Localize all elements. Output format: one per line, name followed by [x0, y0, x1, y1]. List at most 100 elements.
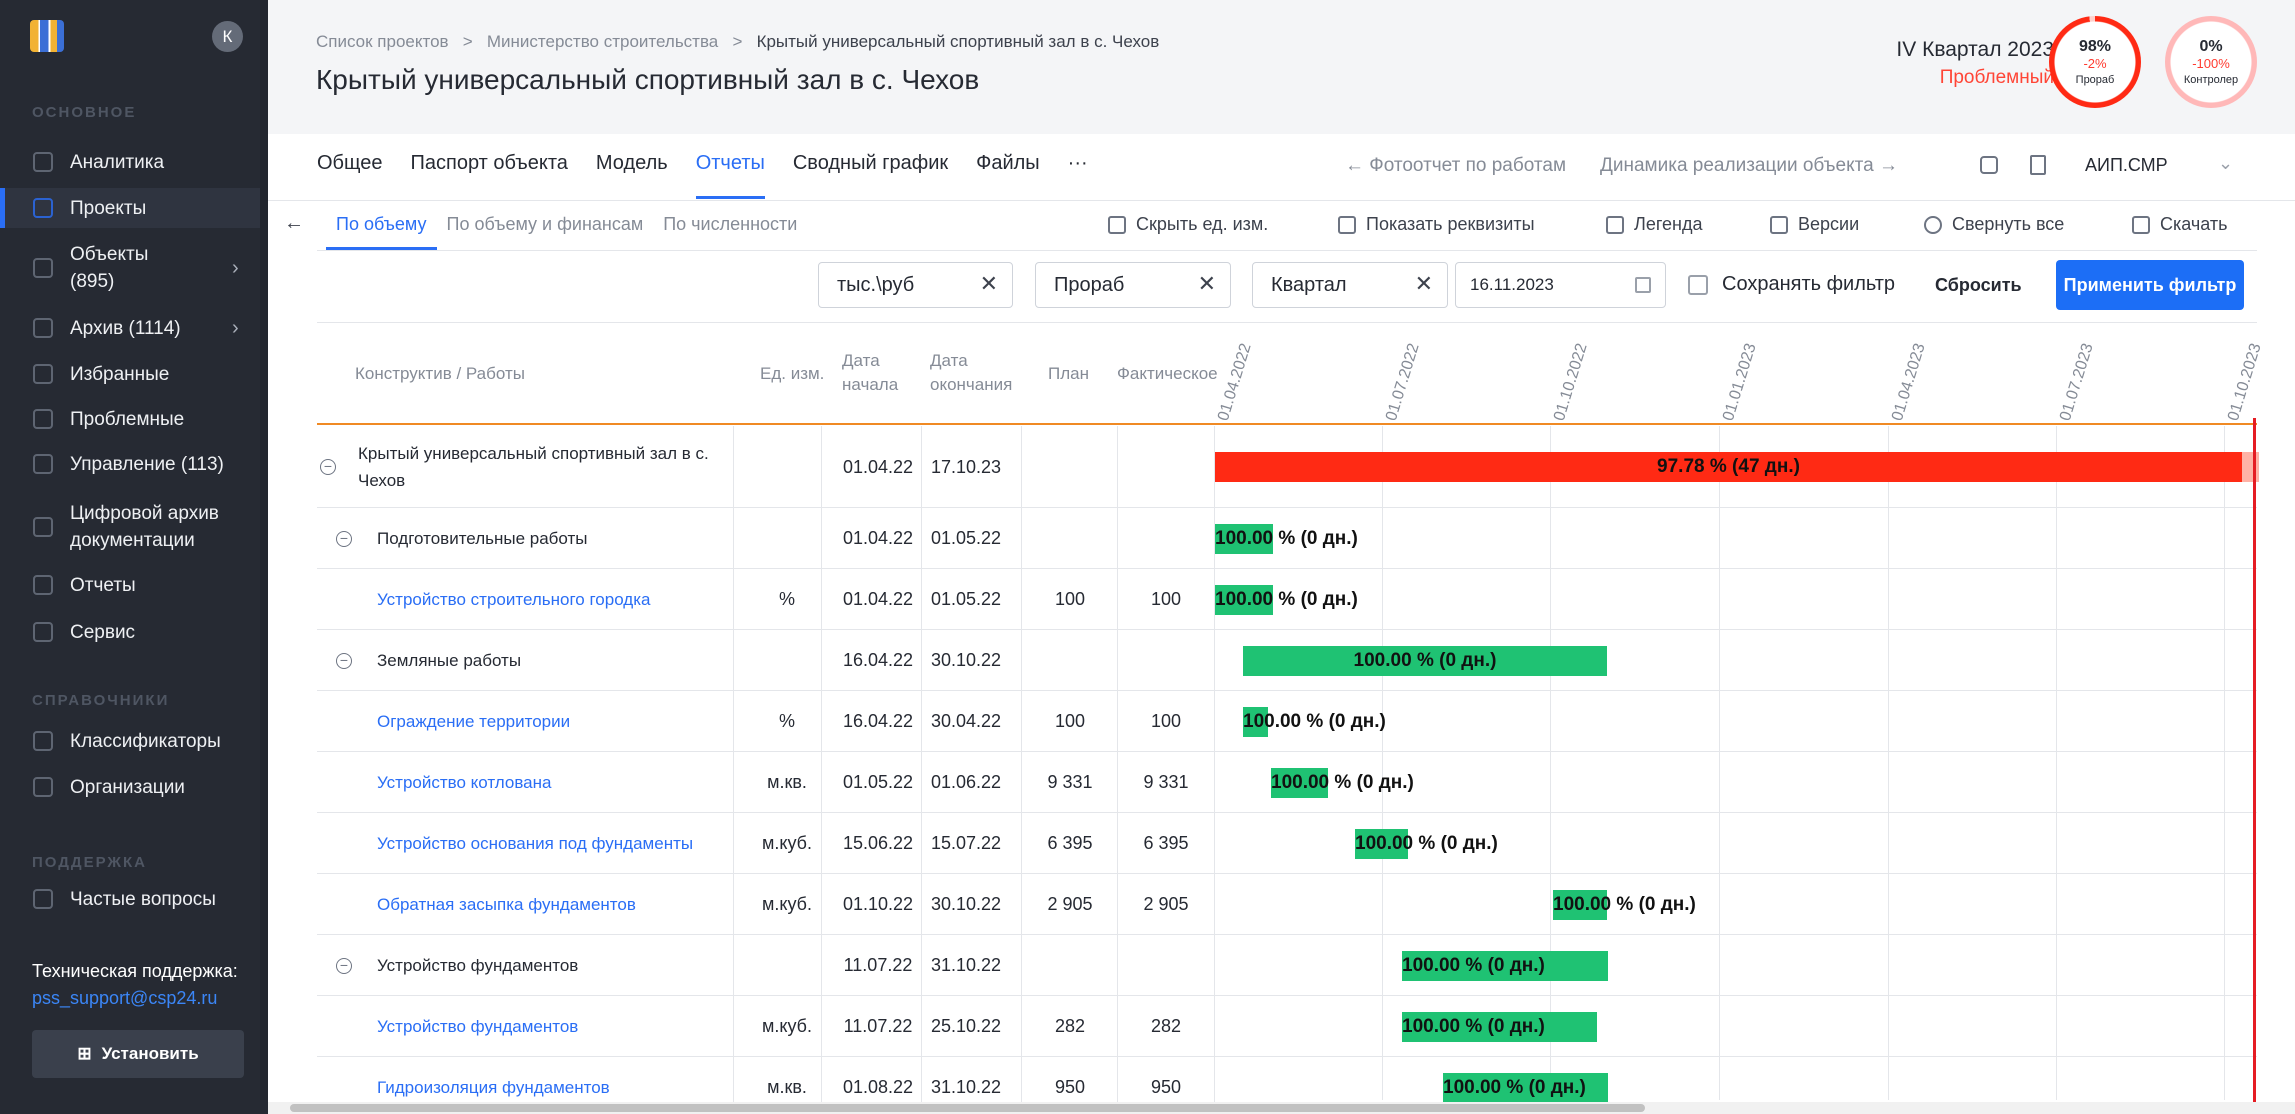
role-filter[interactable]: Прораб ✕ [1035, 262, 1231, 308]
gantt-bar-remaining [2242, 452, 2259, 482]
col-header-fact[interactable]: Фактическое [1117, 362, 1218, 386]
unit-cell [752, 508, 822, 569]
avatar[interactable]: К [212, 21, 243, 52]
breadcrumb-item-ministry[interactable]: Министерство строительства [487, 32, 718, 51]
reset-button[interactable]: Сбросить [1935, 275, 2022, 296]
clipboard-icon[interactable] [2030, 155, 2046, 175]
close-icon[interactable]: ✕ [1415, 271, 1433, 297]
col-header-plan[interactable]: План [1048, 362, 1089, 386]
collapse-toggle-icon[interactable]: − [336, 652, 352, 669]
column-divider [733, 426, 734, 508]
work-link[interactable]: Устройство строительного городка [377, 569, 727, 630]
chevron-right-icon[interactable]: › [232, 257, 239, 280]
fact-cell: 282 [1150, 1016, 1182, 1036]
progress-ring-foreman: 98% -2% Прораб [2049, 16, 2141, 108]
support-email-link[interactable]: pss_support@csp24.ru [32, 988, 217, 1008]
sidebar-item-organizations[interactable]: Организации [0, 767, 268, 807]
next-report-link[interactable]: Динамика реализации объекта → [1600, 155, 1898, 177]
tab-reports[interactable]: Отчеты [695, 152, 766, 199]
tab-files[interactable]: Файлы [976, 152, 1040, 192]
save-filter-checkbox[interactable] [1688, 275, 1708, 295]
back-arrow-icon[interactable]: ← [284, 212, 304, 235]
calendar-icon[interactable] [1635, 277, 1651, 293]
sidebar-item-service[interactable]: Сервис [0, 612, 268, 652]
breadcrumb-item-projects[interactable]: Список проектов [316, 32, 449, 51]
work-link[interactable]: Устройство котлована [377, 752, 727, 813]
sidebar-item-favorites[interactable]: Избранные [0, 354, 268, 394]
period-filter[interactable]: Квартал ✕ [1252, 262, 1448, 308]
collapse-toggle-icon[interactable]: − [336, 530, 352, 547]
end-date-cell: 01.05.22 [930, 589, 1002, 609]
timeline-tick-label: 01.10.2023 [2225, 341, 2265, 423]
collapse-toggle-icon[interactable]: − [320, 459, 336, 475]
show-details-button[interactable]: Показать реквизиты [1338, 214, 1535, 235]
hide-units-button[interactable]: Скрыть ед. изм. [1108, 214, 1268, 235]
install-button[interactable]: ⊞ Установить [32, 1030, 244, 1078]
work-group-name: Подготовительные работы [377, 529, 588, 548]
chevron-right-icon[interactable]: › [232, 317, 239, 340]
breadcrumb: Список проектов > Министерство строитель… [316, 32, 1159, 52]
sidebar-scrollbar[interactable] [260, 0, 268, 1100]
support-title: Техническая поддержка: [32, 961, 238, 981]
col-header-end[interactable]: Дата окончания [930, 349, 1012, 397]
unit-cell [752, 630, 822, 691]
subtab-by-headcount[interactable]: По численности [653, 214, 807, 250]
versions-button[interactable]: Версии [1770, 214, 1859, 235]
sidebar-item-faq[interactable]: Частые вопросы [0, 879, 268, 919]
sidebar-item-objects[interactable]: Объекты (895) › [0, 235, 268, 301]
work-link[interactable]: Устройство фундаментов [377, 996, 727, 1057]
date-field[interactable]: 16.11.2023 [1455, 262, 1666, 308]
unit-filter[interactable]: тыс.\руб ✕ [818, 262, 1013, 308]
col-header-unit[interactable]: Ед. изм. [760, 362, 824, 386]
subtab-by-volume-finance[interactable]: По объему и финансам [437, 214, 654, 250]
apply-filter-button[interactable]: Применить фильтр [2056, 260, 2244, 310]
divider [268, 200, 2295, 201]
prev-report-link[interactable]: ← Фотоотчет по работам [1345, 155, 1566, 177]
collapse-icon [1924, 215, 1942, 234]
sidebar-item-management[interactable]: Управление (113) [0, 444, 268, 484]
chevron-down-icon[interactable]: ⌄ [2218, 153, 2233, 174]
app-logo[interactable] [30, 20, 64, 52]
work-link[interactable]: Ограждение территории [377, 691, 727, 752]
shield-icon[interactable] [1980, 156, 1998, 174]
subtab-by-volume[interactable]: По объему [326, 214, 437, 250]
work-link[interactable]: Устройство основания под фундаменты [377, 813, 727, 874]
tab-schedule[interactable]: Сводный график [793, 152, 948, 192]
unit-cell: м.куб. [762, 1016, 812, 1036]
tab-more[interactable]: ··· [1068, 152, 1088, 192]
sidebar-item-archive[interactable]: Архив (1114) › [0, 308, 268, 348]
sidebar-item-analytics[interactable]: Аналитика [0, 142, 268, 182]
work-link[interactable]: Обратная засыпка фундаментов [377, 874, 727, 935]
collapse-all-button[interactable]: Свернуть все [1924, 214, 2064, 235]
close-icon[interactable]: ✕ [980, 271, 998, 297]
sidebar-item-projects[interactable]: Проекты [0, 188, 268, 228]
legend-button[interactable]: Легенда [1606, 214, 1702, 235]
faq-icon [33, 889, 53, 909]
ring-name: Контролер [2183, 74, 2239, 86]
sidebar-item-problems[interactable]: Проблемные [0, 399, 268, 439]
col-header-work[interactable]: Конструктив / Работы [355, 362, 525, 386]
work-group-name: Крытый универсальный спортивный зал в с.… [358, 444, 709, 490]
sidebar-item-label: Сервис [70, 621, 136, 643]
column-divider [733, 691, 734, 752]
sidebar-item-digital-archive[interactable]: Цифровой архив документации [0, 494, 268, 560]
report-select[interactable]: АИП.СМР [2085, 155, 2168, 176]
column-divider [1214, 752, 1215, 813]
tab-passport[interactable]: Паспорт объекта [411, 152, 568, 192]
sidebar-item-reports[interactable]: Отчеты [0, 565, 268, 605]
download-button[interactable]: Скачать [2132, 214, 2228, 235]
tab-model[interactable]: Модель [596, 152, 668, 192]
collapse-toggle-icon[interactable]: − [336, 957, 352, 974]
close-icon[interactable]: ✕ [1198, 271, 1216, 297]
unit-cell: м.куб. [762, 833, 812, 853]
tool-label: Легенда [1634, 214, 1703, 234]
col-header-start[interactable]: Дата начала [842, 349, 898, 397]
tab-general[interactable]: Общее [317, 152, 383, 192]
header-divider [317, 423, 2257, 425]
sidebar-item-classifiers[interactable]: Классификаторы [0, 721, 268, 761]
start-date-cell: 11.07.22 [843, 955, 913, 975]
unit-filter-value: тыс.\руб [837, 273, 915, 296]
section-support: ПОДДЕРЖКА [32, 854, 147, 871]
start-date-cell: 01.04.22 [842, 528, 914, 548]
scrollbar-thumb[interactable] [290, 1104, 1645, 1112]
